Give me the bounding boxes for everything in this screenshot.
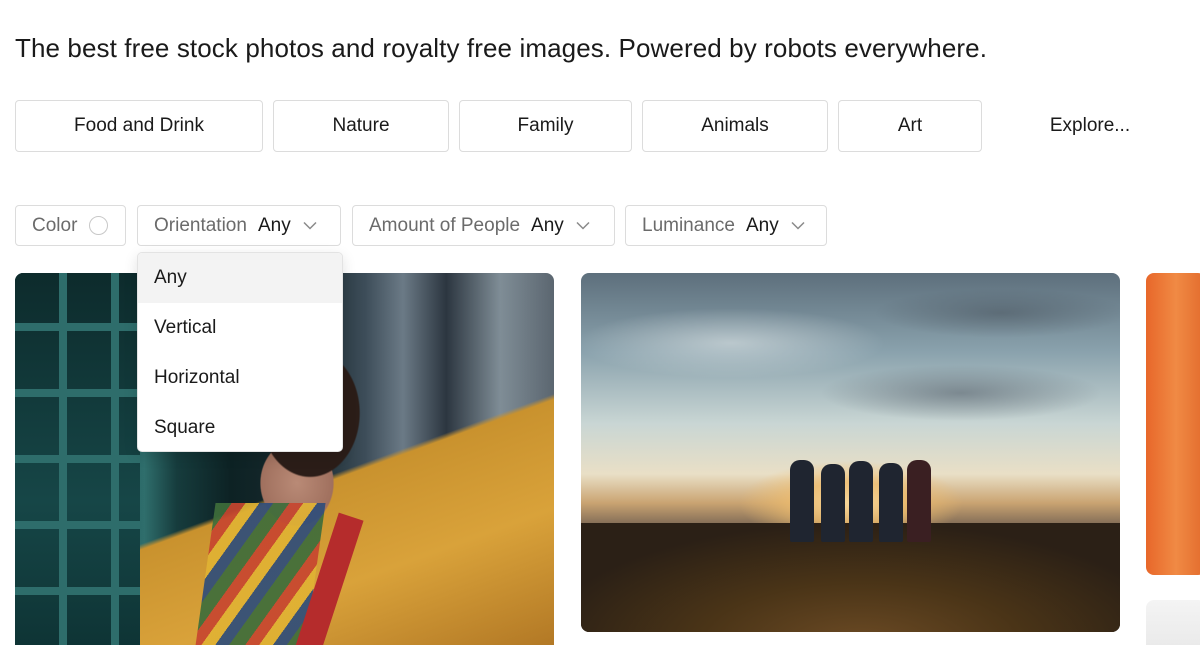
category-food-and-drink-button[interactable]: Food and Drink [15,100,263,152]
orientation-filter[interactable]: Orientation Any [137,205,341,246]
category-label: Nature [332,115,390,136]
chevron-down-icon [576,221,590,230]
photo-orange-abstract[interactable] [1146,273,1200,575]
color-filter[interactable]: Color [15,205,126,246]
color-filter-label: Color [32,214,78,236]
orientation-option-horizontal[interactable]: Horizontal [138,353,342,403]
category-label: Art [897,115,923,136]
category-family-button[interactable]: Family [459,100,632,152]
category-art-button[interactable]: Art [838,100,982,152]
luminance-filter[interactable]: Luminance Any [625,205,827,246]
photo-detail-person [849,461,873,542]
page-headline: The best free stock photos and royalty f… [15,33,988,63]
category-label: Animals [701,115,769,136]
amount-of-people-filter[interactable]: Amount of People Any [352,205,615,246]
photo-detail-person [790,460,814,542]
photo-detail-person [879,463,903,542]
luminance-filter-value: Any [745,214,779,236]
photo-detail-person [821,464,845,542]
people-filter-label: Amount of People [369,214,521,236]
photo-partial-next[interactable] [1146,600,1200,645]
photo-people-sunset-hill[interactable] [581,273,1120,632]
page: The best free stock photos and royalty f… [0,0,1200,645]
orientation-filter-label: Orientation [154,214,247,236]
photo-detail-door [15,273,140,645]
photo-detail-clouds [581,273,1120,473]
orientation-option-vertical[interactable]: Vertical [138,303,342,353]
chevron-down-icon [791,221,805,230]
explore-link[interactable]: Explore... [1000,100,1180,152]
category-animals-button[interactable]: Animals [642,100,828,152]
luminance-filter-label: Luminance [642,214,735,236]
color-circle-icon [89,216,109,235]
category-label: Family [517,115,574,136]
category-nature-button[interactable]: Nature [273,100,449,152]
category-label: Food and Drink [74,115,204,136]
chevron-down-icon [303,221,317,230]
orientation-option-any[interactable]: Any [138,253,342,303]
orientation-option-square[interactable]: Square [138,403,342,451]
orientation-filter-value: Any [257,214,291,236]
people-filter-value: Any [531,214,564,236]
photo-detail-person [907,460,931,542]
orientation-dropdown-menu: Any Vertical Horizontal Square [137,252,343,452]
